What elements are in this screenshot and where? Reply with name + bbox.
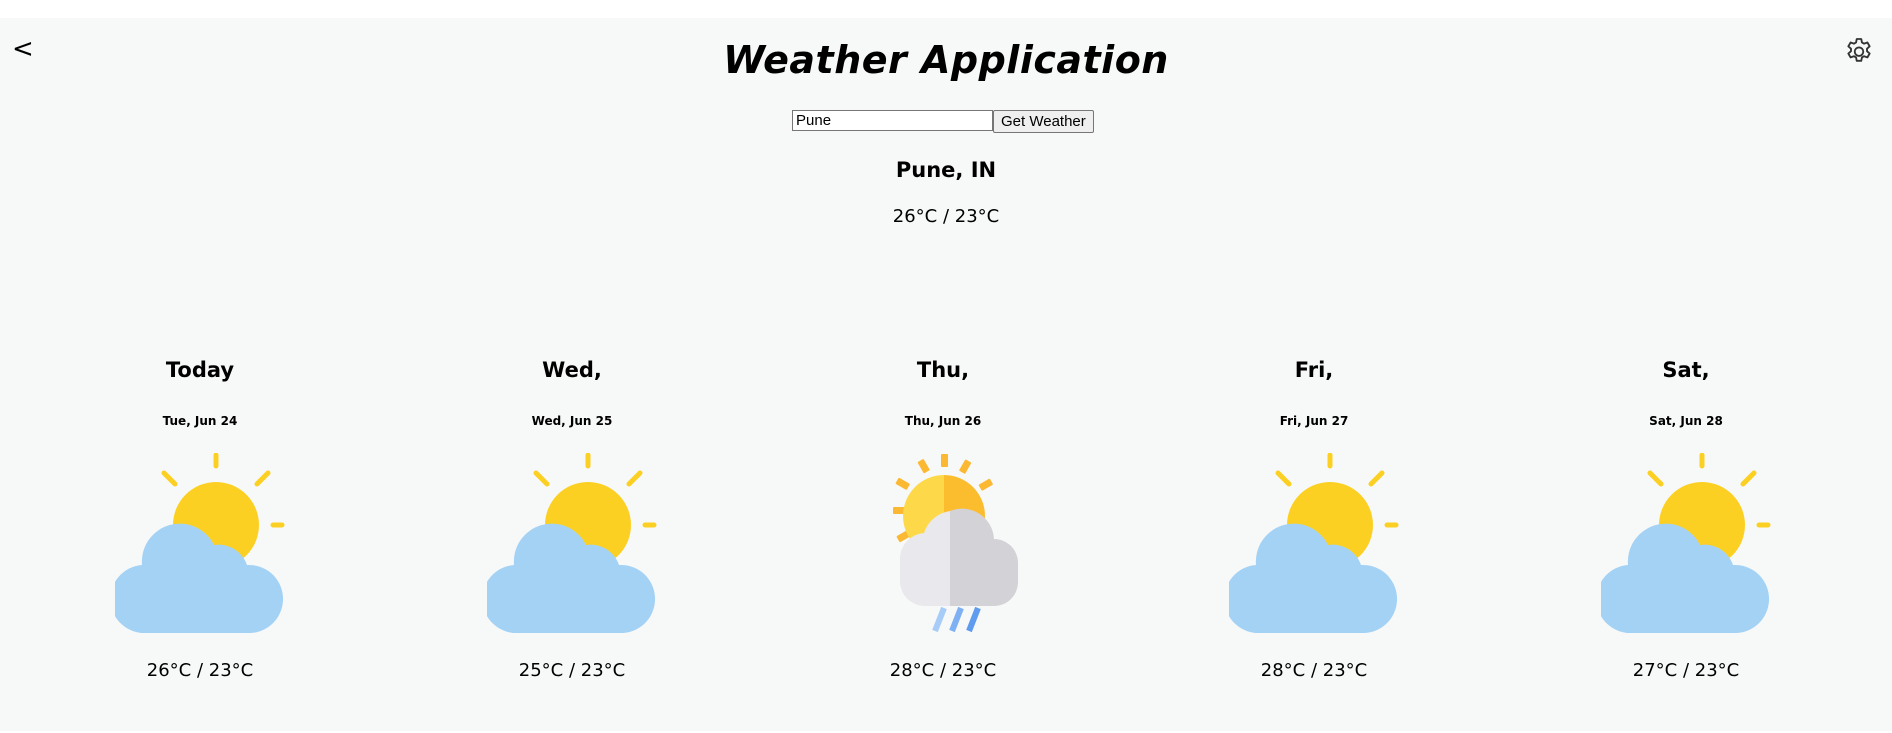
search-form: Get Weather [792,110,1094,133]
forecast-temp-range: 28°C / 23°C [1260,660,1368,681]
city-input[interactable] [792,110,993,131]
forecast-date: Tue, Jun 24 [162,414,238,428]
forecast-temp-range: 26°C / 23°C [146,660,254,681]
app-background: < Weather Application Get Weather Pune, … [0,18,1892,731]
forecast-date: Thu, Jun 26 [904,414,982,428]
forecast-temp-range: 27°C / 23°C [1632,660,1740,681]
forecast-card-thu: Thu, Thu, Jun 26 28°C / 23°C [813,358,1073,688]
forecast-date: Fri, Jun 27 [1279,414,1349,428]
partly-cloudy-icon [115,453,285,633]
forecast-card-today: Today Tue, Jun 24 26°C / 23°C [70,358,330,688]
partly-cloudy-icon [1601,453,1771,633]
forecast-temp-range: 25°C / 23°C [518,660,626,681]
location-name: Pune, IN [895,158,997,182]
forecast-card-sat: Sat, Sat, Jun 28 27°C / 23°C [1556,358,1816,688]
get-weather-button[interactable]: Get Weather [993,110,1094,133]
page-title: Weather Application [723,38,1169,82]
forecast-day-name: Today [165,358,235,382]
forecast-day-name: Wed, [542,358,602,382]
forecast-card-fri: Fri, Fri, Jun 27 28°C / 23°C [1184,358,1444,688]
forecast-day-name: Thu, [916,358,970,382]
forecast-card-wed: Wed, Wed, Jun 25 25°C / 23°C [442,358,702,688]
partly-cloudy-icon [1229,453,1399,633]
forecast-date: Sat, Jun 28 [1649,414,1723,428]
rain-shower-icon [893,454,1018,633]
gear-icon[interactable] [1843,35,1875,67]
forecast-day-name: Fri, [1294,358,1334,382]
forecast-date: Wed, Jun 25 [531,414,613,428]
forecast-temp-range: 28°C / 23°C [889,660,997,681]
partly-cloudy-icon [487,453,657,633]
current-temp-range: 26°C / 23°C [892,206,1000,227]
forecast-day-name: Sat, [1662,358,1710,382]
